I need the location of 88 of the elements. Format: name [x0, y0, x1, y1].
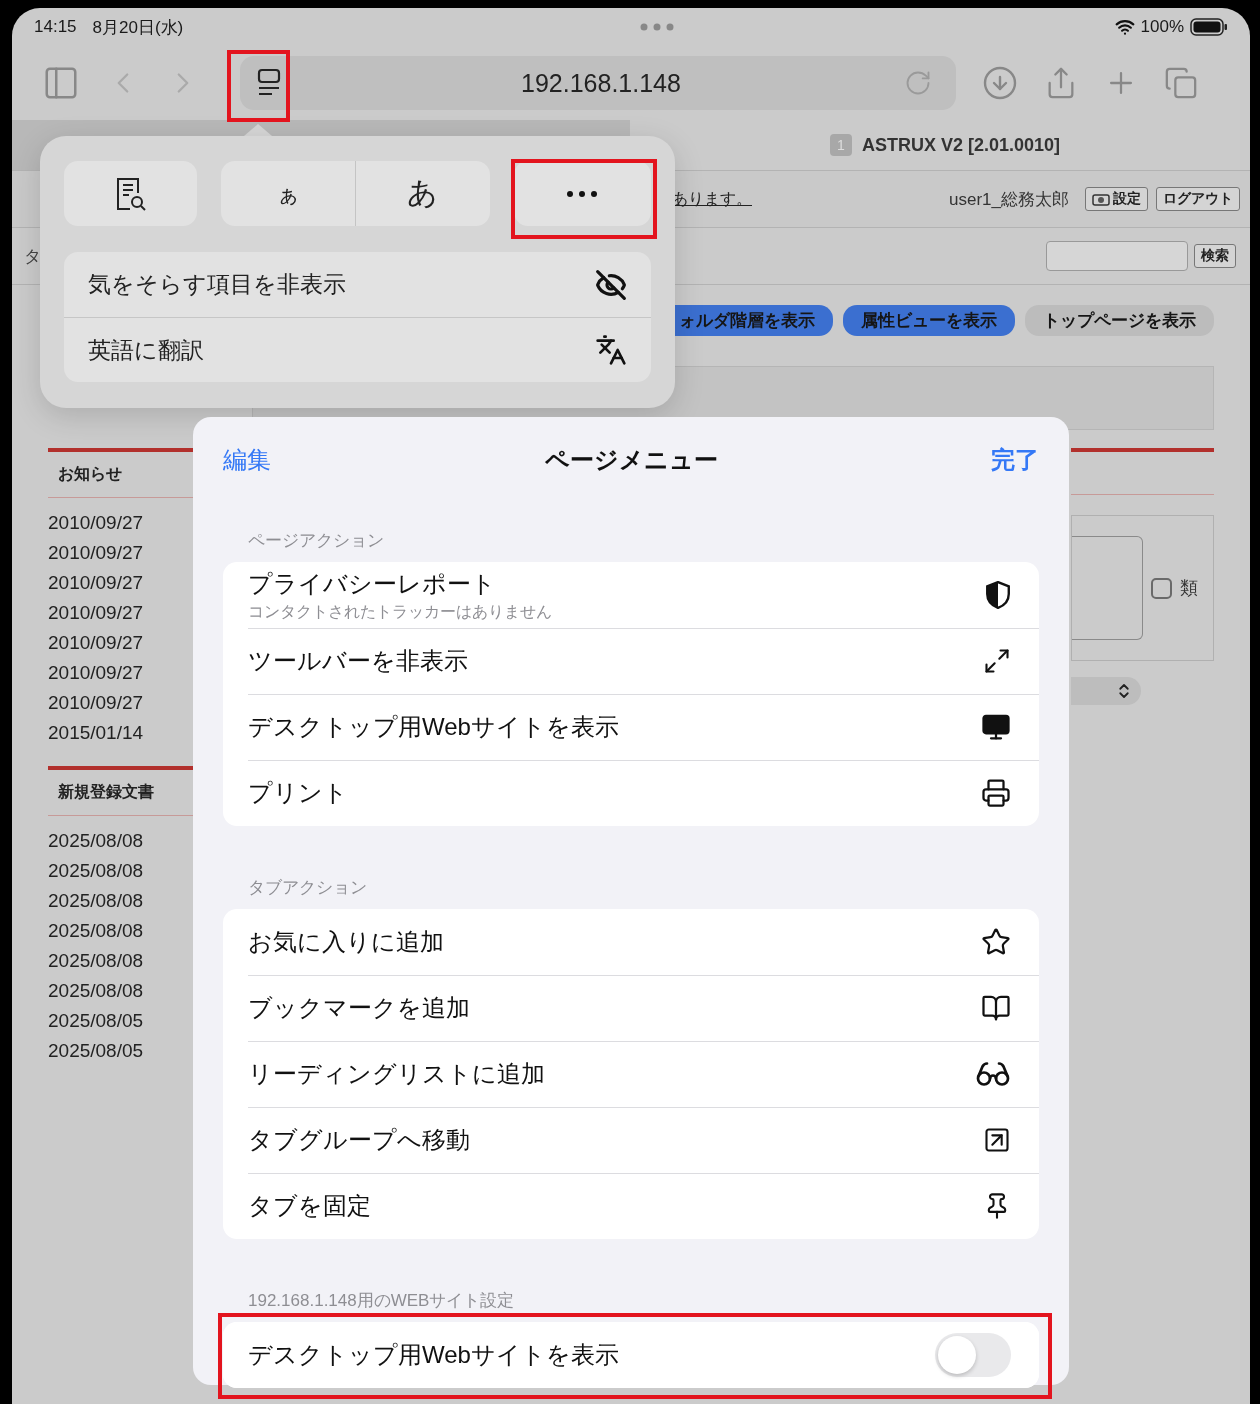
menu-row[interactable]: プライバシーレポート コンタクトされたトラッカーはありません	[223, 562, 1039, 628]
date-text: 2015/01/14	[48, 721, 145, 745]
date-text: 2010/09/27	[48, 631, 145, 655]
date-text: 2025/08/08	[48, 979, 145, 1003]
user-name: user1_総務太郎	[949, 188, 1069, 211]
more-icon	[567, 190, 598, 197]
logout-button[interactable]: ログアウト	[1156, 187, 1240, 211]
search-button[interactable]: 検索	[1194, 244, 1236, 268]
date-text: 2010/09/27	[48, 511, 145, 535]
url-text: 192.168.1.148	[520, 68, 682, 98]
address-bar[interactable]: 192.168.1.148	[240, 56, 956, 110]
wifi-icon	[1114, 17, 1135, 37]
shield-icon	[985, 581, 1011, 609]
date-text: 8月20日(水)	[92, 16, 184, 39]
printer-icon	[981, 778, 1011, 808]
menu-row[interactable]: お気に入りに追加	[223, 909, 1039, 975]
date-text: 2010/09/27	[48, 691, 145, 715]
date-text: 2025/08/08	[48, 919, 145, 943]
search-field[interactable]	[1046, 241, 1188, 271]
row-label: タブグループへ移動	[248, 1125, 471, 1155]
monitor-icon	[981, 712, 1011, 742]
eye-slash-icon	[595, 268, 627, 301]
row-label: リーディングリストに追加	[248, 1059, 546, 1089]
sidebar-icon[interactable]	[42, 64, 80, 102]
clock-text: 14:15	[34, 17, 77, 37]
menu-row[interactable]: リーディングリストに追加	[223, 1041, 1039, 1107]
section-title: 新規登録文書	[58, 783, 154, 800]
done-button[interactable]: 完了	[991, 444, 1039, 476]
menu-row[interactable]: タブグループへ移動	[223, 1107, 1039, 1173]
section-label: 192.168.1.148用のWEBサイト設定	[247, 1290, 516, 1312]
row-label: タブを固定	[248, 1191, 372, 1221]
reload-icon	[904, 69, 932, 97]
larger-text-button[interactable]: あ	[355, 161, 490, 226]
settings-icon	[1092, 192, 1110, 206]
section-label: タブアクション	[247, 877, 368, 899]
row-subtitle: コンタクトされたトラッカーはありません	[248, 601, 553, 622]
section-label: ページアクション	[247, 530, 385, 552]
checkbox[interactable]	[1151, 577, 1172, 599]
row-label: デスクトップ用Webサイトを表示	[248, 712, 620, 742]
download-icon[interactable]	[982, 65, 1018, 101]
select-field[interactable]	[1071, 677, 1141, 705]
sheet-title: ページメニュー	[544, 445, 718, 475]
expand-arrows-icon	[983, 647, 1011, 675]
app-title: ASTRUX V2 [2.01.0010]	[861, 134, 1060, 156]
date-text: 2025/08/08	[48, 829, 145, 853]
row-label: プライバシーレポート	[248, 568, 497, 599]
translate-icon	[595, 334, 627, 366]
date-text: 2025/08/05	[48, 1009, 145, 1033]
date-text: 2010/09/27	[48, 541, 145, 565]
more-button[interactable]	[513, 161, 651, 226]
tab-label: タ	[24, 245, 41, 268]
battery-text: 100%	[1140, 17, 1184, 37]
date-text: 2010/09/27	[48, 661, 145, 685]
date-text: 2025/08/05	[48, 1039, 145, 1063]
battery-icon	[1190, 18, 1228, 36]
view-button[interactable]: トップページを表示	[1025, 305, 1214, 336]
menu-row[interactable]: ツールバーを非表示	[223, 628, 1039, 694]
checkbox-label: 類	[1180, 577, 1198, 600]
edit-button[interactable]: 編集	[223, 444, 271, 476]
view-button[interactable]: 属性ビューを表示	[843, 305, 1015, 336]
book-icon	[981, 993, 1011, 1023]
arrow-square-icon	[983, 1126, 1011, 1154]
text-area[interactable]	[1072, 536, 1143, 640]
row-label: お気に入りに追加	[248, 927, 445, 957]
menu-row[interactable]: 気をそらす項目を非表示	[64, 252, 651, 317]
date-text: 2025/08/08	[48, 889, 145, 913]
date-text: 2025/08/08	[48, 949, 145, 973]
star-icon	[981, 927, 1011, 957]
row-label: ツールバーを非表示	[248, 646, 469, 676]
reader-button[interactable]	[64, 161, 198, 226]
menu-row[interactable]: タブを固定	[223, 1173, 1039, 1239]
menu-row[interactable]: ブックマークを追加	[223, 975, 1039, 1041]
date-text: 2010/09/27	[48, 571, 145, 595]
settings-button[interactable]: 設定	[1085, 187, 1148, 211]
menu-row[interactable]: プリント	[223, 760, 1039, 826]
toggle-switch[interactable]	[935, 1333, 1011, 1377]
row-label: ブックマークを追加	[248, 993, 471, 1023]
dots-icon	[639, 23, 674, 31]
section-title: お知らせ	[58, 465, 122, 482]
row-label: プリント	[248, 778, 349, 808]
date-text: 2010/09/27	[48, 601, 145, 625]
menu-row[interactable]: 英語に翻訳	[64, 317, 651, 382]
menu-row[interactable]: デスクトップ用Webサイトを表示	[223, 694, 1039, 760]
smaller-text-button[interactable]: ぁ	[221, 161, 355, 226]
page-menu-icon	[256, 68, 282, 98]
row-label: デスクトップ用Webサイトを表示	[248, 1340, 620, 1370]
date-text: 2025/08/08	[48, 859, 145, 883]
tabs-icon[interactable]	[1164, 66, 1198, 100]
